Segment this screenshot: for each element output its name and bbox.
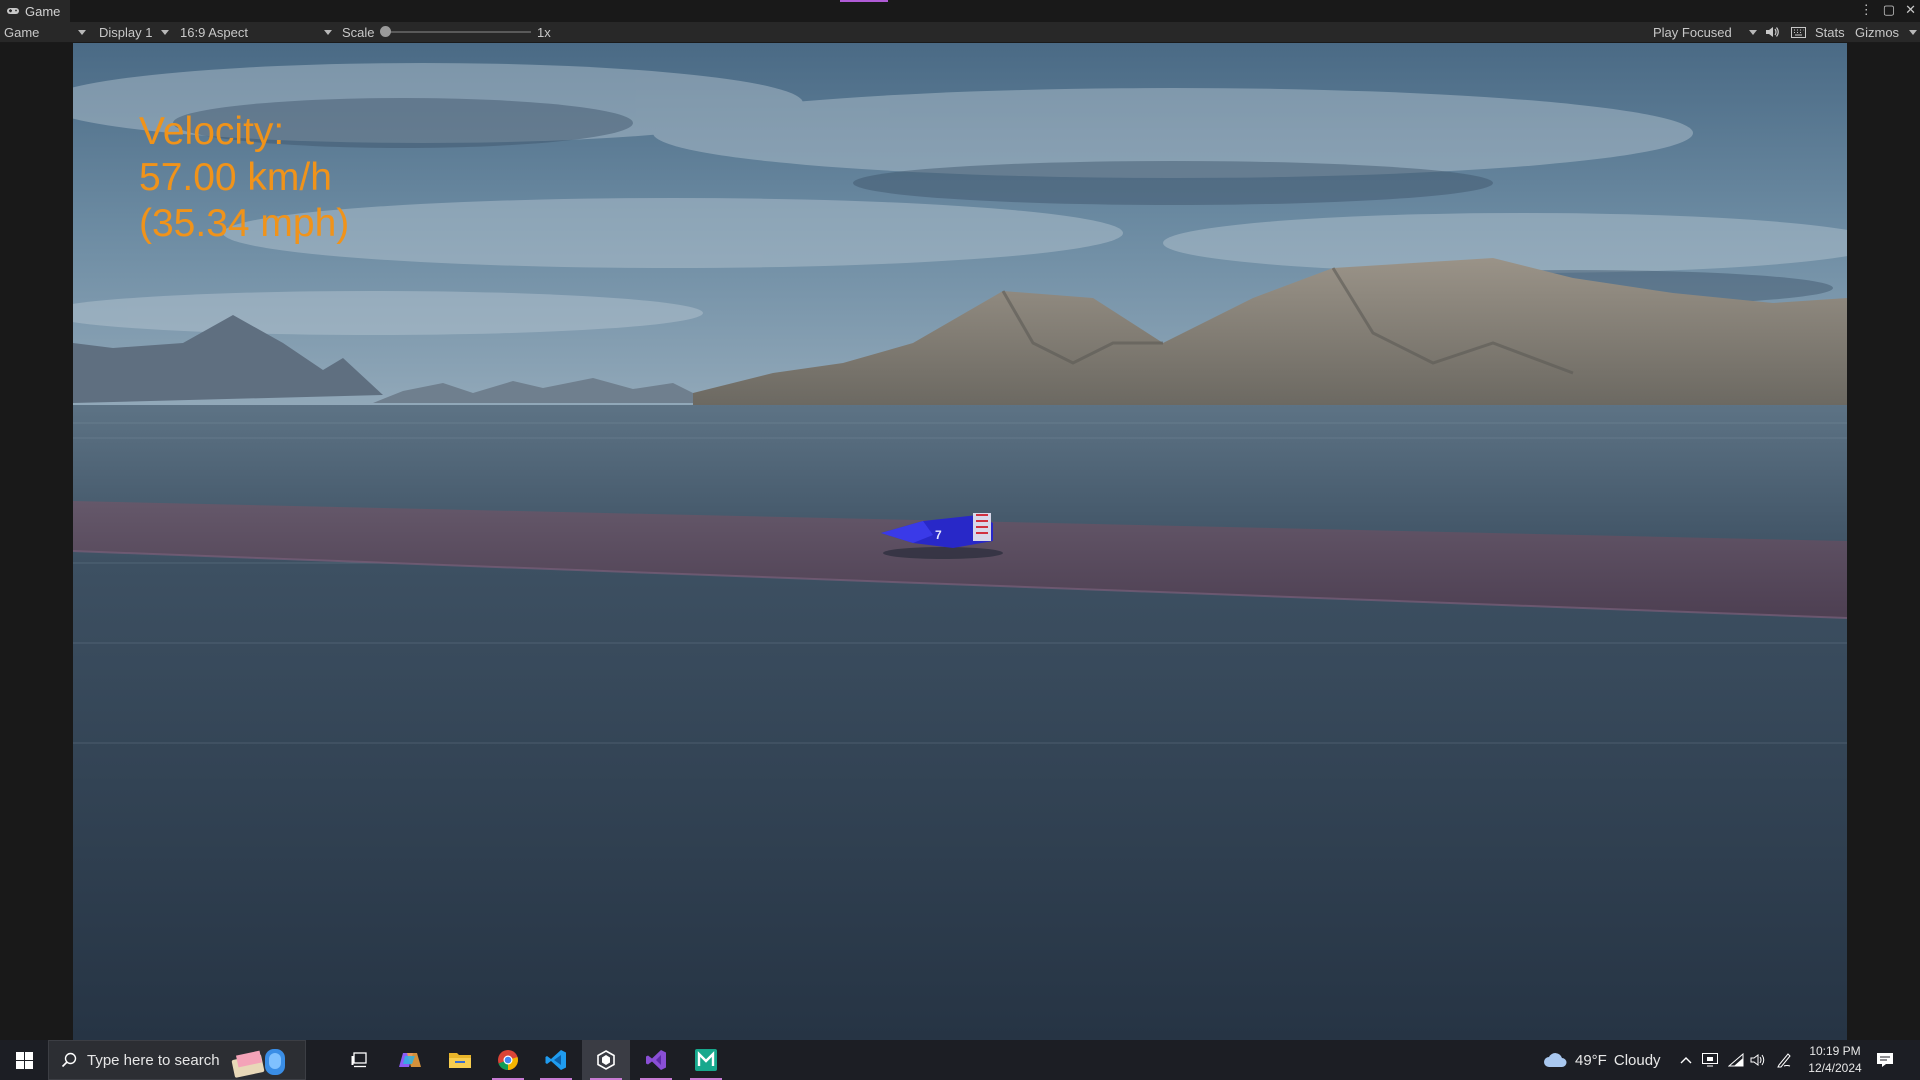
gizmos-select[interactable]: Gizmos <box>1855 22 1917 42</box>
chevron-up-icon <box>1680 1057 1692 1064</box>
m-app-button[interactable] <box>682 1040 730 1080</box>
unity-icon <box>597 1050 615 1070</box>
velocity-kmh: 57.00 km/h <box>139 156 332 199</box>
search-icon <box>61 1052 77 1068</box>
gizmos-label: Gizmos <box>1855 24 1900 40</box>
show-hidden-icons-button[interactable] <box>1680 1040 1692 1080</box>
svg-text:7: 7 <box>935 528 942 542</box>
game-tab-label: Game <box>25 3 61 19</box>
monitor-icon <box>1702 1053 1718 1067</box>
file-explorer-button[interactable] <box>436 1040 484 1080</box>
file-explorer-icon <box>449 1053 471 1068</box>
windows-logo-icon <box>15 1051 33 1069</box>
vscode-icon <box>545 1050 566 1070</box>
chrome-button[interactable] <box>484 1040 532 1080</box>
view-select-label: Game <box>4 24 40 40</box>
weather-desc: Cloudy <box>1613 1051 1661 1069</box>
mute-audio-button[interactable] <box>1765 22 1779 42</box>
chevron-down-icon <box>1909 29 1917 35</box>
chevron-down-icon <box>1749 29 1757 35</box>
velocity-hud: Velocity: 57.00 km/h (35.34 mph) <box>139 109 349 247</box>
clock-time: 10:19 PM <box>1809 1044 1861 1058</box>
chevron-down-icon <box>324 29 332 35</box>
notification-icon <box>1877 1053 1893 1067</box>
weather-widget[interactable]: 49°F Cloudy <box>1543 1040 1661 1080</box>
copilot-icon <box>399 1053 421 1067</box>
vscode-button[interactable] <box>532 1040 580 1080</box>
velocity-label: Velocity: <box>139 110 285 153</box>
volume-button[interactable] <box>1750 1040 1766 1080</box>
pen-workspace-button[interactable] <box>1776 1040 1792 1080</box>
editor-tab-bar: Game ⋮ ▢ ✕ <box>0 0 1920 22</box>
taskbar-search-box[interactable]: Type here to search <box>48 1040 306 1080</box>
start-button[interactable] <box>0 1040 48 1080</box>
game-view-toolbar: Game Display 1 16:9 Aspect Scale 1x Play… <box>0 22 1920 43</box>
notifications-button[interactable] <box>1876 1040 1894 1080</box>
search-placeholder: Type here to search <box>87 1051 220 1069</box>
keyboard-shortcuts-button[interactable] <box>1791 22 1806 42</box>
chrome-icon <box>498 1050 518 1071</box>
clock-date: 12/4/2024 <box>1808 1061 1862 1075</box>
sea <box>73 405 1847 1040</box>
game-tab[interactable]: Game <box>0 0 71 22</box>
scale-slider-track[interactable] <box>385 31 531 33</box>
tab-highlight <box>840 0 888 2</box>
task-view-icon <box>351 1052 367 1068</box>
gamepad-icon <box>7 8 19 14</box>
speaker-icon <box>1750 1054 1765 1066</box>
chevron-down-icon <box>161 29 169 35</box>
keyboard-icon <box>1791 26 1806 38</box>
velocity-mph: (35.34 mph) <box>139 202 350 245</box>
clock[interactable]: 10:19 PM 12/4/2024 <box>1802 1040 1868 1080</box>
play-mode-select[interactable]: Play Focused <box>1653 22 1757 42</box>
visual-studio-icon <box>646 1050 666 1070</box>
stats-button[interactable]: Stats <box>1815 22 1845 42</box>
scale-value: 1x <box>537 24 551 40</box>
aspect-select[interactable]: 16:9 Aspect <box>180 22 332 42</box>
pen-icon <box>1777 1053 1791 1068</box>
more-options-icon[interactable]: ⋮ <box>1860 2 1873 18</box>
weather-temp: 49°F <box>1575 1051 1607 1069</box>
aspect-select-label: 16:9 Aspect <box>180 24 248 40</box>
window-controls: ⋮ ▢ ✕ <box>1860 2 1916 18</box>
unity-button[interactable] <box>582 1040 630 1080</box>
scale-label: Scale <box>342 24 375 40</box>
speaker-icon <box>1766 27 1779 37</box>
chevron-down-icon <box>78 29 86 35</box>
display-select[interactable]: Display 1 <box>99 22 171 42</box>
copilot-button[interactable] <box>386 1040 434 1080</box>
display-select-label: Display 1 <box>99 24 153 40</box>
scale-slider-handle[interactable] <box>380 26 391 37</box>
cloud-icon <box>1544 1053 1567 1067</box>
view-select[interactable]: Game <box>4 22 88 42</box>
wifi-icon <box>1728 1053 1744 1067</box>
game-viewport[interactable]: 7 Velocity: 57.00 km/h (35.34 mph) <box>73 43 1847 1040</box>
meet-now-button[interactable] <box>1702 1040 1718 1080</box>
visual-studio-button[interactable] <box>632 1040 680 1080</box>
windows-taskbar: Type here to search 49°F Cloudy 10:19 PM… <box>0 1040 1920 1080</box>
network-button[interactable] <box>1728 1040 1744 1080</box>
app-m-icon <box>695 1049 717 1071</box>
maximize-icon[interactable]: ▢ <box>1883 2 1895 18</box>
play-mode-label: Play Focused <box>1653 24 1732 40</box>
task-view-button[interactable] <box>336 1040 384 1080</box>
close-icon[interactable]: ✕ <box>1905 2 1916 18</box>
search-highlight-illustration <box>231 1049 285 1078</box>
